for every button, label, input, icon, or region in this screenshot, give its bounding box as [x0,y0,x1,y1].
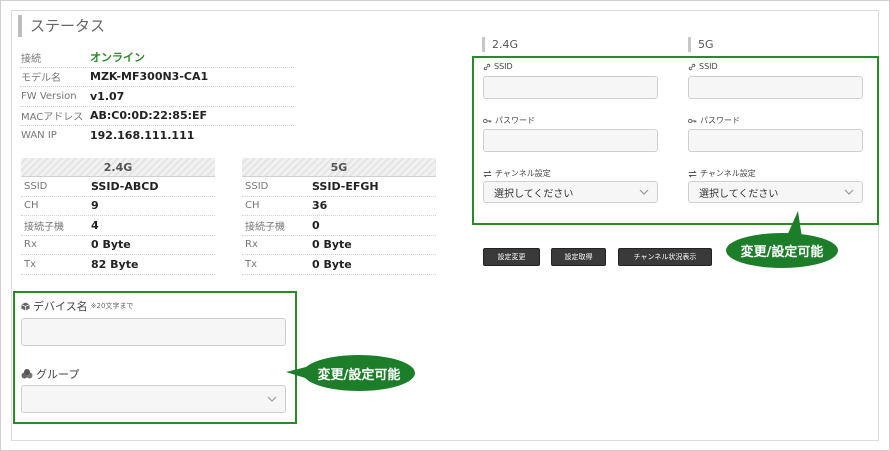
channel-select-value: 選択してください [494,188,574,200]
clients-value: 0 [312,218,320,232]
band-5g-table: 5G SSID SSID-EFGH CH 36 接続子機 0 Rx 0 Byte… [242,158,436,275]
band-label: Tx [245,258,258,270]
table-row: CH 36 [242,197,436,216]
status-info-table: 接続 オンライン モデル名 MZK-MF300N3-CA1 FW Version… [20,48,294,146]
fw-version-value: v1.07 [90,89,125,103]
device-name-label: デバイス名 [33,300,88,313]
link-icon [688,63,696,70]
band-label: CH [245,200,260,212]
status-label: MACアドレス [21,112,84,124]
password-label-row-5g: パスワード [688,115,740,126]
ssid-label: SSID [494,62,513,71]
key-icon [483,118,492,123]
password-label: パスワード [700,116,740,125]
mac-address-value: AB:C0:0D:22:85:EF [90,109,208,123]
wifi-callout: 変更/設定可能 [726,233,838,268]
device-name-note: ※20文字まで [90,302,134,310]
ssid-input-24g[interactable] [483,76,658,99]
tx-value: 0 Byte [312,257,352,271]
table-row: Rx 0 Byte [21,236,215,255]
model-name-value: MZK-MF300N3-CA1 [90,70,209,84]
wan-ip-value: 192.168.111.111 [90,129,195,143]
band-label: SSID [24,180,48,192]
clients-value: 4 [91,218,99,232]
device-name-label-row: デバイス名 ※20文字まで [21,298,133,314]
rx-value: 0 Byte [91,238,131,252]
band-label: 接続子機 [24,221,64,233]
group-label: グループ [36,368,80,381]
status-row-model: モデル名 MZK-MF300N3-CA1 [20,68,294,87]
password-label-row-24g: パスワード [483,115,535,126]
table-row: CH 9 [21,197,215,216]
channel-select-value: 選択してください [699,188,779,200]
table-row: 接続子機 4 [21,216,215,236]
band-24g-header: 2.4G [21,158,215,177]
status-row-connection: 接続 オンライン [20,48,294,68]
password-input-24g[interactable] [483,129,658,152]
password-label: パスワード [495,116,535,125]
channel-label: チャンネル設定 [700,169,756,178]
key-icon [688,118,697,123]
page-title: ステータス [18,15,105,37]
band-24g-table: 2.4G SSID SSID-ABCD CH 9 接続子機 4 Rx 0 Byt… [21,158,215,275]
channel-value: 36 [312,199,328,213]
status-label: FW Version [21,90,77,102]
table-row: Tx 82 Byte [21,255,215,275]
connection-status-value: オンライン [90,51,145,65]
rx-value: 0 Byte [312,238,352,252]
link-icon [483,63,491,70]
channel-value: 9 [91,199,99,213]
ssid-value: SSID-ABCD [91,179,159,193]
table-row: Rx 0 Byte [242,236,436,255]
ssid-input-5g[interactable] [688,76,863,99]
tx-value: 82 Byte [91,257,139,271]
table-row: SSID SSID-ABCD [21,177,215,197]
device-name-input[interactable] [21,318,286,346]
status-label: WAN IP [21,130,57,142]
status-row-mac: MACアドレス AB:C0:0D:22:85:EF [20,107,294,126]
channel-select-24g[interactable]: 選択してください [483,181,658,203]
channel-status-button[interactable]: チャンネル状況表示 [618,248,712,266]
fetch-settings-button[interactable]: 設定取得 [551,248,606,266]
channel-label-row-5g: チャンネル設定 [688,168,756,179]
band-label: CH [24,200,39,212]
channel-select-5g[interactable]: 選択してください [688,181,863,203]
group-label-row: グループ [21,366,79,382]
status-label: モデル名 [21,73,61,85]
ssid-value: SSID-EFGH [312,179,379,193]
wifi-24g-title: 2.4G [482,37,518,52]
band-label: Rx [24,239,37,251]
band-label: Rx [245,239,258,251]
swap-icon [688,170,697,177]
apply-settings-button[interactable]: 設定変更 [483,248,540,266]
group-select[interactable] [21,385,286,413]
status-row-fw: FW Version v1.07 [20,87,294,107]
swap-icon [483,170,492,177]
table-row: SSID SSID-EFGH [242,177,436,197]
device-callout: 変更/設定可能 [303,355,415,391]
password-input-5g[interactable] [688,129,863,152]
ssid-label-row-24g: SSID [483,62,513,71]
ssid-label: SSID [699,62,718,71]
channel-label: チャンネル設定 [495,169,551,178]
chevron-down-icon [639,189,649,195]
cube-icon [21,301,30,311]
table-row: 接続子機 0 [242,216,436,236]
group-icon [21,369,33,379]
status-row-wan: WAN IP 192.168.111.111 [20,126,294,146]
table-row: Tx 0 Byte [242,255,436,275]
chevron-down-icon [844,189,854,195]
ssid-label-row-5g: SSID [688,62,718,71]
band-5g-header: 5G [242,158,436,177]
band-label: 接続子機 [245,221,285,233]
band-label: Tx [24,258,37,270]
status-label: 接続 [21,53,41,65]
band-label: SSID [245,180,269,192]
chevron-down-icon [267,396,277,402]
channel-label-row-24g: チャンネル設定 [483,168,551,179]
wifi-5g-title: 5G [688,37,714,52]
